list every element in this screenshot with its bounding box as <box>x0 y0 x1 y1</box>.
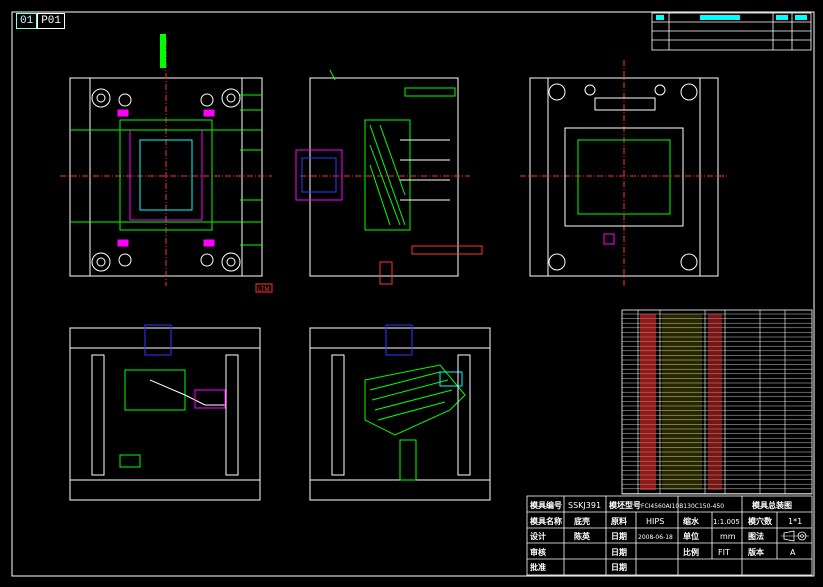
view-top-middle-section <box>295 69 483 285</box>
view-top-left-plan: LTM <box>60 34 273 293</box>
approve-date-label: 日期 <box>611 563 627 572</box>
projection-symbol-icon <box>781 530 809 542</box>
designer: 陈英 <box>574 532 590 541</box>
review-date-label: 日期 <box>611 548 627 557</box>
view-bottom-middle-section <box>309 324 491 501</box>
mold-no-label: 模具编号 <box>530 501 562 510</box>
shrink-label: 缩水 <box>683 517 699 526</box>
design-label: 设计 <box>530 532 546 541</box>
method-label: 图法 <box>748 532 764 541</box>
mold-name: 底壳 <box>574 517 590 526</box>
design-date-label: 日期 <box>611 532 627 541</box>
mold-name-label: 模具名称 <box>530 517 562 526</box>
red-marker-label: LTM <box>258 287 270 293</box>
design-date: 2008-06-18 <box>638 534 673 541</box>
version: A <box>790 548 796 557</box>
material: HIPS <box>646 517 665 526</box>
bom-table <box>621 309 813 495</box>
review-label: 审核 <box>530 548 546 557</box>
cavity: 1*1 <box>788 517 803 526</box>
model-label: 模坯型号 <box>609 501 641 510</box>
unit: mm <box>720 532 736 541</box>
shrink: 1:1.005 <box>713 518 740 526</box>
layout-tabs: 01 P01 <box>16 13 66 29</box>
approve-label: 批准 <box>530 563 546 572</box>
scale: FIT <box>718 548 730 557</box>
version-label: 版本 <box>748 548 764 557</box>
unit-label: 单位 <box>683 532 699 541</box>
mold-no: SSKJ391 <box>568 501 602 510</box>
revision-table <box>651 12 812 51</box>
cavity-label: 模穴数 <box>748 517 772 526</box>
scale-label: 比例 <box>683 548 699 557</box>
view-bottom-left-section <box>69 324 261 501</box>
drawing-border <box>11 11 815 577</box>
model: FCI4560AI10B130C150-450 <box>641 503 725 510</box>
tab-p01[interactable]: P01 <box>37 13 66 29</box>
material-label: 原料 <box>611 517 627 526</box>
tab-01[interactable]: 01 <box>16 13 38 29</box>
drawing-name: 模具总装图 <box>752 501 792 510</box>
cad-drawing-canvas[interactable]: LTM <box>0 0 823 587</box>
view-top-right-plan <box>520 60 728 286</box>
